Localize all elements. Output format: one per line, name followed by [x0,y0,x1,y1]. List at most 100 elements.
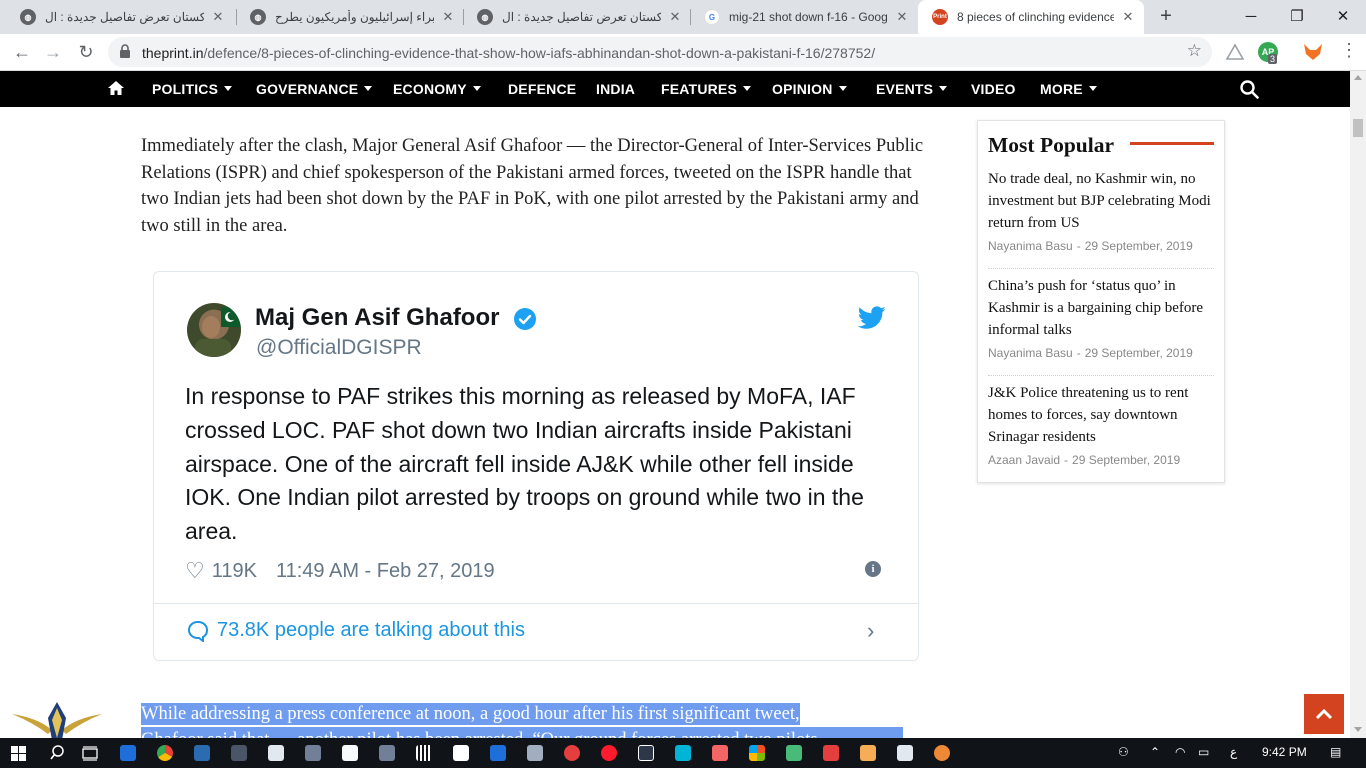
tweet-author-handle[interactable]: @OfficialDGISPR [256,336,422,360]
nav-defence[interactable]: DEFENCE [508,81,576,97]
browser-tab-2[interactable]: ◍ خبراء إسرائيليون وأمريكيون يطرح ✕ [236,0,464,34]
popular-item-title[interactable]: J&K Police threatening us to rent homes … [988,382,1216,448]
verified-badge-icon [514,308,536,330]
store-icon[interactable] [749,745,765,761]
nav-governance[interactable]: GOVERNANCE [256,81,373,97]
popular-item[interactable]: China’s push for ‘status quo’ in Kashmir… [988,275,1216,360]
lock-icon [120,44,130,58]
popular-item-title[interactable]: China’s push for ‘status quo’ in Kashmir… [988,275,1216,341]
app-icon[interactable] [490,745,506,761]
tweet-conversation-link[interactable]: 73.8K people are talking about this [187,619,525,642]
scroll-down-arrow[interactable] [1354,727,1362,732]
popular-item[interactable]: J&K Police threatening us to rent homes … [988,382,1216,467]
search-icon[interactable] [50,745,65,761]
app-icon[interactable] [712,745,728,761]
opera-icon[interactable] [601,745,617,761]
tweet-divider [154,603,918,604]
app-icon[interactable] [342,745,358,761]
app-icon[interactable] [675,745,691,761]
app-icon[interactable] [194,745,210,761]
nav-opinion[interactable]: OPINION [772,81,847,97]
address-bar[interactable]: theprint.in/defence/8-pieces-of-clinchin… [108,37,1212,67]
search-icon[interactable] [1240,80,1259,99]
bookmark-star-icon[interactable]: ☆ [1187,41,1202,61]
browser-tab-1[interactable]: ◍ باكستان تعرض تفاصيل جديدة : ال ✕ [6,0,234,34]
people-icon[interactable]: ⚇ [1118,745,1129,759]
scrollbar-thumb[interactable] [1353,119,1363,137]
page-scrollbar[interactable] [1350,71,1366,738]
back-button[interactable]: ← [9,39,35,65]
forward-button[interactable]: → [40,39,66,65]
close-icon[interactable]: ✕ [894,9,910,25]
extension-fox-icon[interactable] [1302,42,1324,62]
nav-politics[interactable]: POLITICS [152,81,233,97]
twitter-bird-icon[interactable] [858,306,886,330]
heart-icon[interactable]: ♡ [185,558,205,584]
browser-tab-5-active[interactable]: Print 8 pieces of clinching evidence ✕ [918,0,1144,34]
app-icon[interactable] [564,745,580,761]
barcode-icon[interactable] [416,745,432,761]
nav-india[interactable]: INDIA [596,81,635,97]
windows-start-icon[interactable] [11,746,26,761]
chevron-up-icon[interactable]: ⌃ [1150,745,1160,759]
close-icon[interactable]: ✕ [1120,9,1136,25]
tweet-datetime[interactable]: 11:49 AM - Feb 27, 2019 [276,560,495,583]
app-icon[interactable] [786,745,802,761]
browser-tab-4[interactable]: G mig-21 shot down f-16 - Goog ✕ [690,0,918,34]
nav-events[interactable]: EVENTS [876,81,948,97]
close-icon[interactable]: ✕ [210,9,226,25]
input-language[interactable]: ع [1230,745,1237,759]
chevron-down-icon [364,85,373,91]
mail-icon[interactable] [897,745,913,761]
minimize-button[interactable]: ─ [1228,0,1274,32]
nav-features[interactable]: FEATURES [661,81,752,97]
new-tab-button[interactable]: + [1154,5,1178,29]
heading-accent-rule [1130,142,1214,145]
app-icon[interactable] [934,745,950,761]
popular-item-title[interactable]: No trade deal, no Kashmir win, no invest… [988,168,1216,234]
maximize-button[interactable]: ❐ [1274,0,1320,32]
url-text: theprint.in/defence/8-pieces-of-clinchin… [142,45,876,61]
wifi-icon[interactable]: ◠ [1175,745,1185,759]
app-icon[interactable] [823,745,839,761]
browser-tab-3[interactable]: ◍ باكستان تعرض تفاصيل جديدة : ال ✕ [463,0,691,34]
scroll-up-arrow[interactable] [1354,75,1362,80]
home-icon[interactable] [107,80,125,96]
nav-more[interactable]: MORE [1040,81,1097,97]
extension-triangle-icon[interactable] [1226,44,1244,60]
close-window-button[interactable]: ✕ [1320,0,1366,32]
close-icon[interactable]: ✕ [667,9,683,25]
chevron-right-icon[interactable]: › [867,618,874,644]
task-view-icon[interactable] [82,746,98,761]
app-icon[interactable] [453,745,469,761]
app-icon[interactable] [231,745,247,761]
app-icon[interactable] [268,745,284,761]
info-icon[interactable]: i [865,561,881,577]
clock[interactable]: 9:42 PM [1262,745,1307,759]
edge-icon[interactable] [120,745,136,761]
chevron-down-icon [224,85,233,91]
tweet-author-name[interactable]: Maj Gen Asif Ghafoor [255,304,499,332]
browser-menu-icon[interactable]: ⋮ [1340,40,1358,61]
app-icon[interactable] [379,745,395,761]
app-icon[interactable] [527,745,543,761]
embedded-tweet[interactable]: Maj Gen Asif Ghafoor @OfficialDGISPR In … [153,271,919,661]
file-explorer-icon[interactable] [860,745,876,761]
most-popular-heading: Most Popular [988,133,1115,157]
epic-games-icon[interactable] [638,745,654,761]
nav-video[interactable]: VIDEO [971,81,1016,97]
battery-icon[interactable]: ▭ [1198,745,1209,759]
popular-item[interactable]: No trade deal, no Kashmir win, no invest… [988,168,1216,253]
notifications-icon[interactable]: ▤ [1330,745,1341,759]
close-icon[interactable]: ✕ [440,9,456,25]
reload-button[interactable]: ↻ [73,39,99,65]
nav-economy[interactable]: ECONOMY [393,81,481,97]
avatar[interactable] [187,303,241,357]
selected-text-line-2: Ghafoor said that — another pilot has be… [141,727,903,738]
tweet-likes[interactable]: 119K [212,560,257,583]
app-icon[interactable] [305,745,321,761]
selected-text-line-1: While addressing a press conference at n… [141,703,800,725]
back-to-top-button[interactable] [1304,694,1344,734]
globe-icon: ◍ [250,9,266,25]
chrome-icon[interactable] [157,745,173,761]
